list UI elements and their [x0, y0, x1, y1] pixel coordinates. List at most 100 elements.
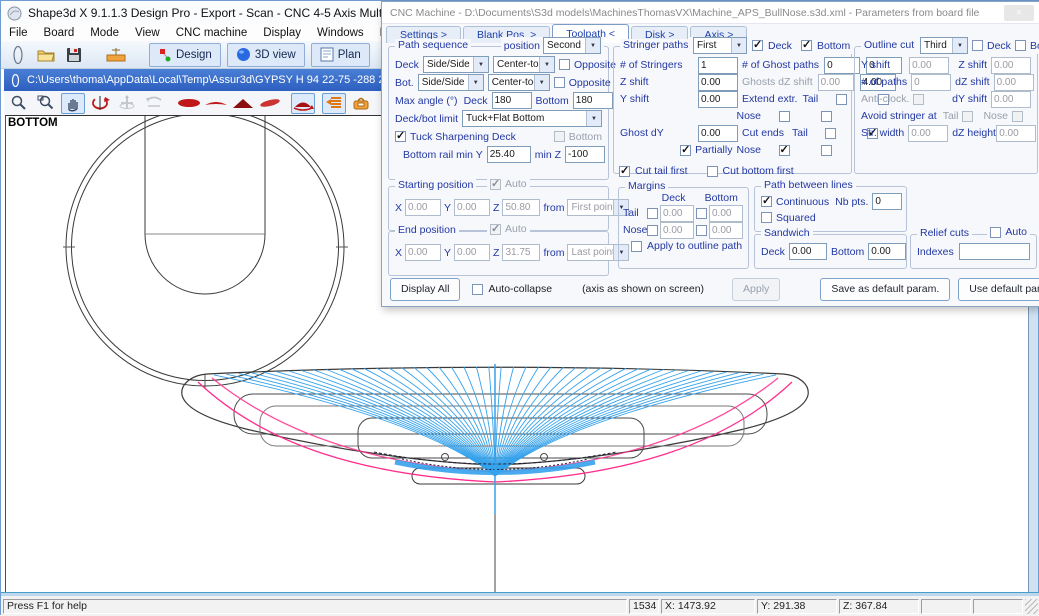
sphere-icon	[236, 47, 251, 62]
avoid-tail-label: Tail	[943, 110, 959, 122]
deck-center-select[interactable]: Center-to-▼	[493, 56, 555, 73]
auto-collapse-checkbox[interactable]	[472, 284, 483, 295]
deck-direction-select[interactable]: Side/Side▼	[423, 56, 489, 73]
new-board-icon[interactable]	[7, 45, 29, 65]
start-from-label: from	[543, 202, 564, 214]
squared-checkbox[interactable]	[761, 212, 772, 223]
ghost-dy-field[interactable]: 0.00	[698, 125, 738, 142]
max-angle-deck-field[interactable]: 180	[492, 92, 532, 109]
min-z-label: min Z	[535, 149, 561, 161]
deck-opposite-checkbox[interactable]	[559, 59, 570, 70]
section-view-icon[interactable]	[231, 93, 255, 114]
close-icon[interactable]: ×	[1004, 5, 1034, 21]
dimensions-icon[interactable]	[105, 45, 127, 65]
zoom-in-icon[interactable]	[7, 93, 31, 114]
pan-hand-icon[interactable]	[61, 93, 85, 114]
apply-outline-checkbox[interactable]	[631, 241, 642, 252]
cut-bottom-first-checkbox[interactable]	[707, 166, 718, 177]
menu-file[interactable]: File	[1, 27, 36, 39]
bot-direction-select[interactable]: Side/Side▼	[418, 74, 484, 91]
outline-order-select[interactable]: Third▼	[920, 37, 968, 54]
save-default-button[interactable]: Save as default param.	[820, 278, 950, 301]
path-between-lines-group: Path between lines Continuous Nb pts. 0 …	[754, 186, 907, 232]
status-empty-1	[921, 599, 971, 614]
rotate-view-icon[interactable]	[88, 93, 112, 114]
perspective-view-icon[interactable]	[258, 93, 282, 114]
design-button[interactable]: Design	[149, 43, 221, 67]
menu-display[interactable]: Display	[255, 27, 309, 39]
zoom-window-icon[interactable]	[34, 93, 58, 114]
extend-nose-bottom-checkbox[interactable]	[821, 111, 832, 122]
sandwich-deck-field[interactable]: 0.00	[789, 243, 827, 260]
menu-windows[interactable]: Windows	[309, 27, 372, 39]
status-y: Y: 291.38	[757, 599, 837, 614]
view-label: BOTTOM	[8, 117, 58, 129]
save-icon[interactable]	[63, 45, 85, 65]
outline-dz-shift-label: dZ shift	[955, 76, 989, 88]
relief-auto-checkbox[interactable]	[990, 227, 1001, 238]
simulate-cut-icon[interactable]	[291, 93, 315, 114]
menu-view[interactable]: View	[127, 27, 168, 39]
stringer-bottom-checkbox[interactable]	[801, 40, 812, 51]
machine-icon[interactable]	[349, 93, 373, 114]
margin-nose-deck-checkbox[interactable]	[647, 225, 658, 236]
y-shift-field[interactable]: 0.00	[698, 91, 738, 108]
outline-view-icon[interactable]	[177, 93, 201, 114]
rocker-view-icon[interactable]	[204, 93, 228, 114]
tuck-sharpening-checkbox[interactable]	[395, 131, 406, 142]
cut-nose-bottom-checkbox[interactable]	[821, 145, 832, 156]
z-shift-field[interactable]: 0.00	[698, 74, 738, 91]
plan-button[interactable]: Plan	[311, 43, 370, 67]
flip-vertical-icon[interactable]	[142, 93, 166, 114]
bot-opposite-checkbox[interactable]	[554, 77, 565, 88]
sandwich-bottom-field[interactable]: 0.00	[868, 243, 906, 260]
end-y-field: 0.00	[454, 244, 490, 261]
max-angle-deck-label: Deck	[464, 95, 488, 107]
indexes-label: Indexes	[917, 246, 954, 258]
chevron-down-icon: ▼	[539, 57, 554, 72]
position-select[interactable]: Second▼	[543, 37, 601, 54]
extend-tail-deck-checkbox[interactable]	[836, 94, 847, 105]
margins-title: Margins	[625, 180, 668, 192]
margin-tail-bottom-checkbox[interactable]	[696, 208, 707, 219]
bottom-rail-min-y-field[interactable]: 25.40	[487, 146, 531, 163]
chevron-down-icon: ▼	[468, 75, 483, 90]
cut-tail-deck-checkbox[interactable]	[825, 128, 836, 139]
outline-bottom-checkbox[interactable]	[1015, 40, 1026, 51]
extend-nose-deck-checkbox[interactable]	[779, 111, 790, 122]
menu-mode[interactable]: Mode	[82, 27, 127, 39]
stringer-deck-checkbox[interactable]	[752, 40, 763, 51]
stringer-order-select[interactable]: First▼	[693, 37, 747, 54]
bot-opposite-label: Opposite	[569, 77, 611, 89]
display-all-button[interactable]: Display All	[390, 278, 460, 301]
indexes-field[interactable]	[959, 243, 1030, 260]
relief-auto-label: Auto	[1005, 226, 1027, 238]
menu-cnc-machine[interactable]: CNC machine	[168, 27, 256, 39]
start-y-field: 0.00	[454, 199, 490, 216]
continuous-checkbox[interactable]	[761, 196, 772, 207]
menu-board[interactable]: Board	[36, 27, 83, 39]
n-stringers-field[interactable]: 1	[698, 57, 738, 74]
outline-deck-checkbox[interactable]	[972, 40, 983, 51]
dialog-title-bar[interactable]: CNC Machine - D:\Documents\S3d models\Ma…	[382, 2, 1039, 24]
partially-checkbox[interactable]	[680, 145, 691, 156]
stringer-paths-group: Stringer paths First▼ Deck Bottom # of S…	[613, 46, 852, 174]
use-default-button[interactable]: Use default param.	[958, 278, 1039, 301]
max-angle-bottom-field[interactable]: 180	[573, 92, 613, 109]
extend-tail-label: Tail	[802, 93, 818, 105]
resize-grip[interactable]	[1025, 599, 1038, 614]
open-folder-icon[interactable]	[35, 45, 57, 65]
cut-tail-first-checkbox[interactable]	[619, 166, 630, 177]
flip-horizontal-icon[interactable]	[115, 93, 139, 114]
3d-view-label: 3D view	[255, 49, 296, 61]
3d-view-button[interactable]: 3D view	[227, 43, 305, 67]
margin-tail-deck-checkbox[interactable]	[647, 208, 658, 219]
cut-nose-label: Nose	[736, 144, 761, 156]
toolpath-layers-icon[interactable]	[322, 93, 346, 114]
cut-nose-deck-checkbox[interactable]	[779, 145, 790, 156]
nb-pts-field[interactable]: 0	[872, 193, 902, 210]
deck-bot-limit-select[interactable]: Tuck+Flat Bottom▼	[462, 110, 602, 127]
min-z-field[interactable]: -100	[565, 146, 605, 163]
margin-nose-bottom-checkbox[interactable]	[696, 225, 707, 236]
bot-center-select[interactable]: Center-to-▼	[488, 74, 550, 91]
